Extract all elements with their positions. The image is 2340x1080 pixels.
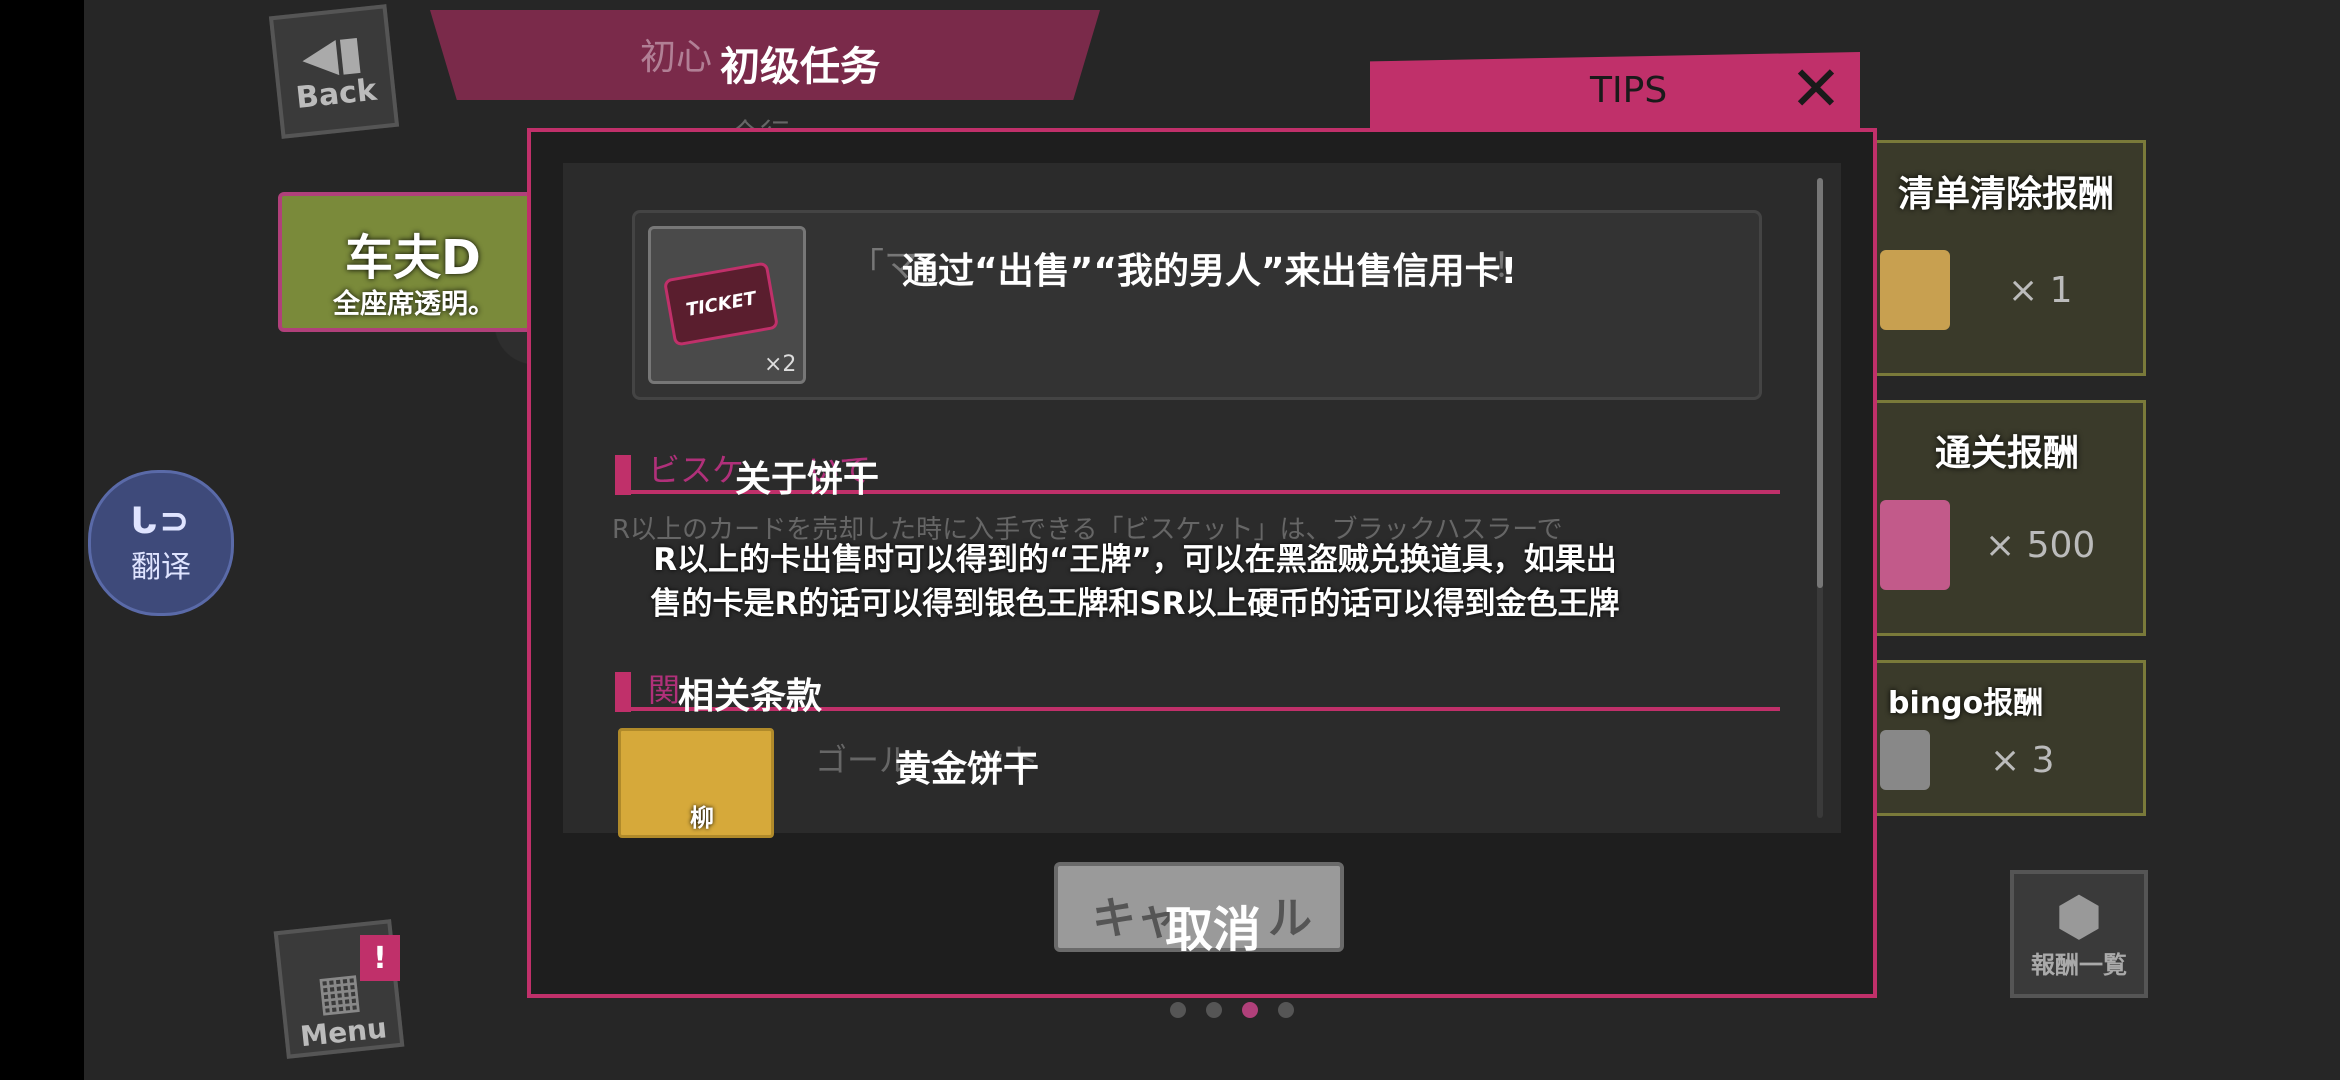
reward-title-complete: 通关报酬	[1935, 433, 2080, 474]
header-jp-text: 初心	[640, 37, 713, 78]
alert-badge: !	[360, 935, 400, 981]
grid-icon: ▦	[313, 961, 365, 1023]
reward-list-button[interactable]: ⬢ 報酬一覧	[2010, 870, 2148, 998]
page-dot[interactable]	[1206, 1002, 1222, 1018]
gold-biscuit-thumb-label: 柳	[690, 804, 714, 832]
translate-label: 翻译	[131, 549, 191, 585]
mission-card-subtitle: 全座席透明。	[333, 289, 495, 320]
box-icon: ⬢	[2055, 884, 2103, 948]
menu-button-label: Menu	[298, 1011, 389, 1054]
gold-biscuit-title[interactable]: 黄金饼干	[895, 740, 1039, 792]
reward-qty-bingo: × 3	[1990, 740, 2055, 781]
tips-label: TIPS	[1590, 70, 1668, 111]
page-dot-active[interactable]	[1242, 1002, 1258, 1018]
reward-title-bingo: bingo报酬	[1888, 686, 2044, 721]
page-title: 初级任务	[720, 44, 880, 90]
back-arrow-icon: ◀▮	[299, 24, 366, 85]
back-button-label: Back	[294, 72, 379, 117]
mission-card-title: 车夫D	[345, 230, 481, 286]
reward-qty-clear: × 1	[2008, 270, 2073, 311]
body-text-line: R以上的卡出售时可以得到的“王牌”，可以在黑盗贼兑换道具，如果出	[653, 542, 1617, 578]
tip-item-text: 通过“出售”“我的男人”来出售信用卡!	[902, 251, 1518, 292]
reward-item-thumb	[1880, 500, 1950, 590]
page-dot[interactable]	[1278, 1002, 1294, 1018]
page-dot[interactable]	[1170, 1002, 1186, 1018]
section-marker	[615, 455, 631, 495]
section-title-biscuit: 关于饼干	[735, 459, 880, 500]
cancel-button-label: 取消	[1165, 902, 1262, 958]
translate-icon: ᒐ⊃	[130, 500, 192, 542]
close-icon[interactable]: ✕	[1790, 58, 1842, 120]
back-button[interactable]: ◀▮ Back	[268, 4, 400, 139]
reward-item-thumb	[1880, 250, 1950, 330]
section-marker	[615, 672, 631, 712]
reward-list-label: 報酬一覧	[2031, 950, 2127, 979]
translate-button[interactable]: ᒐ⊃ 翻译	[88, 470, 234, 616]
reward-qty-complete: × 500	[1985, 525, 2096, 566]
section-title-related: 相关条款	[678, 676, 823, 717]
section-jp-heading: 関	[648, 671, 681, 709]
body-text-line: 售的卡是R的话可以得到银色王牌和SR以上硬币的话可以得到金色王牌	[650, 586, 1620, 622]
body-text: R以上的卡出售时可以得到的“王牌”，可以在黑盗贼兑换道具，如果出 售的卡是R的话…	[605, 538, 1665, 626]
left-black-strip	[0, 0, 84, 1080]
reward-item-thumb	[1880, 730, 1930, 790]
scrollbar-thumb[interactable]	[1817, 178, 1823, 588]
ticket-count: ×2	[764, 352, 797, 377]
reward-title-clear: 清单清除报酬	[1898, 174, 2115, 215]
